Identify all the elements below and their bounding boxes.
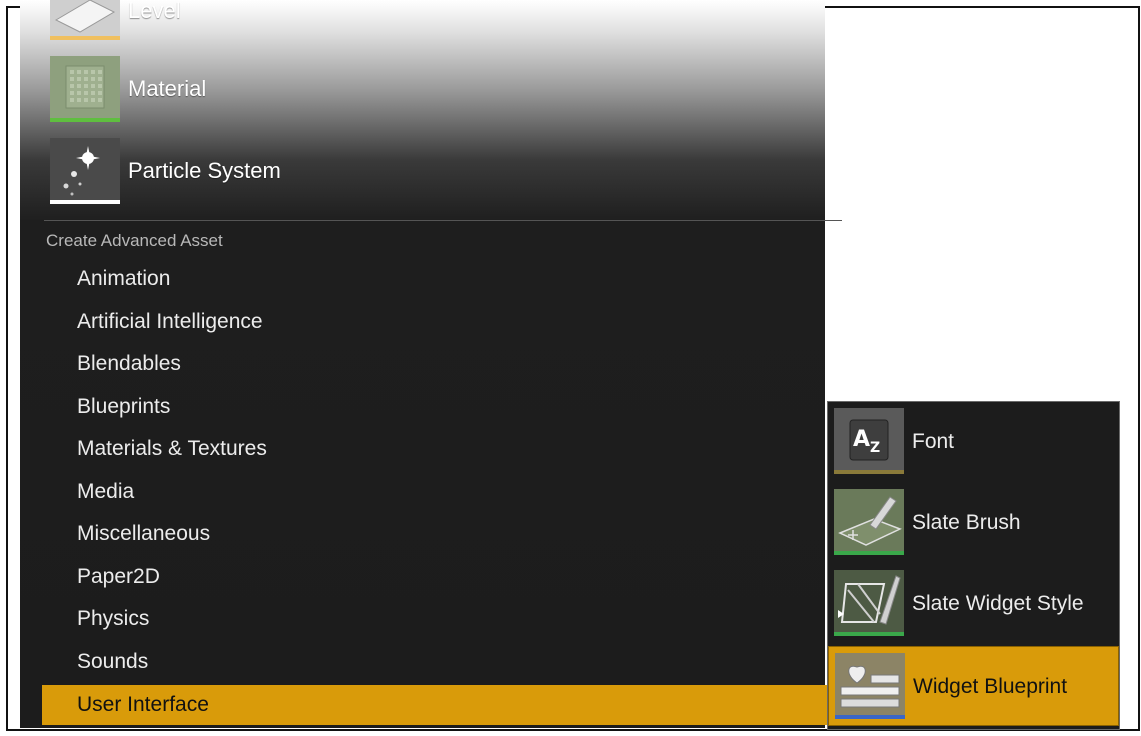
asset-particle-system-label: Particle System [128, 158, 281, 183]
slate-widget-style-icon [834, 570, 904, 632]
content-browser-context-menu: Level Material Particle System Create Ad… [20, 0, 845, 728]
submenu-item-label: Slate Brush [912, 511, 1021, 534]
submenu-item-label: Widget Blueprint [913, 675, 1068, 698]
menu-item-physics[interactable]: Physics [42, 599, 845, 639]
particle-system-icon [50, 138, 120, 200]
material-icon [50, 56, 120, 118]
level-icon [50, 0, 120, 36]
slate-widget-style-icon-tile [834, 570, 904, 636]
menu-item-artificial-intelligence[interactable]: Artificial Intelligence [42, 302, 845, 342]
menu-item-label: Blendables [77, 352, 181, 375]
menu-item-user-interface[interactable]: User Interface [42, 685, 845, 725]
menu-item-blueprints[interactable]: Blueprints [42, 387, 845, 427]
svg-text:A: A [853, 427, 870, 452]
asset-material-label: Material [128, 76, 207, 101]
menu-item-blendables[interactable]: Blendables [42, 344, 845, 384]
asset-level-label: Level [128, 0, 181, 23]
user-interface-submenu: A Z Font Slate Brush Slate Widget Style … [827, 401, 1120, 730]
menu-item-label: Paper2D [77, 565, 160, 588]
menu-item-materials-textures[interactable]: Materials & Textures [42, 429, 845, 469]
menu-item-label: Artificial Intelligence [77, 310, 263, 333]
menu-item-label: Animation [77, 267, 171, 290]
submenu-arrow-icon [833, 317, 840, 329]
font-icon: A Z [834, 408, 904, 470]
svg-text:Z: Z [870, 440, 880, 456]
menu-item-label: User Interface [77, 693, 209, 716]
widget-blueprint-icon [835, 653, 905, 715]
menu-item-label: Materials & Textures [77, 437, 267, 460]
asset-particle-system[interactable] [50, 138, 120, 204]
asset-material[interactable] [50, 56, 120, 122]
submenu-item-slate-widget-style[interactable]: Slate Widget Style [828, 564, 1119, 642]
menu-item-label: Miscellaneous [77, 522, 211, 545]
menu-item-label: Sounds [77, 650, 149, 673]
slate-brush-icon-tile [834, 489, 904, 555]
submenu-arrow-icon [833, 359, 840, 371]
submenu-item-font[interactable]: A Z Font [828, 402, 1119, 480]
font-icon-tile: A Z [834, 408, 904, 474]
section-header-create-advanced-asset: Create Advanced Asset [46, 231, 223, 250]
submenu-item-widget-blueprint[interactable]: Widget Blueprint [828, 646, 1119, 726]
menu-item-label: Physics [77, 607, 150, 630]
submenu-item-label: Slate Widget Style [912, 592, 1084, 615]
submenu-item-slate-brush[interactable]: Slate Brush [828, 483, 1119, 561]
menu-item-label: Media [77, 480, 135, 503]
menu-item-miscellaneous[interactable]: Miscellaneous [42, 514, 845, 554]
asset-level[interactable] [50, 0, 120, 40]
menu-item-label: Blueprints [77, 395, 171, 418]
menu-item-media[interactable]: Media [42, 472, 845, 512]
section-divider [44, 220, 842, 221]
menu-item-animation[interactable]: Animation [42, 259, 845, 299]
menu-item-paper2d[interactable]: Paper2D [42, 557, 845, 597]
submenu-arrow-icon [833, 274, 840, 286]
widget-blueprint-icon-tile [835, 653, 905, 719]
submenu-item-label: Font [912, 430, 955, 453]
menu-item-sounds[interactable]: Sounds [42, 642, 845, 682]
slate-brush-icon [834, 489, 904, 551]
